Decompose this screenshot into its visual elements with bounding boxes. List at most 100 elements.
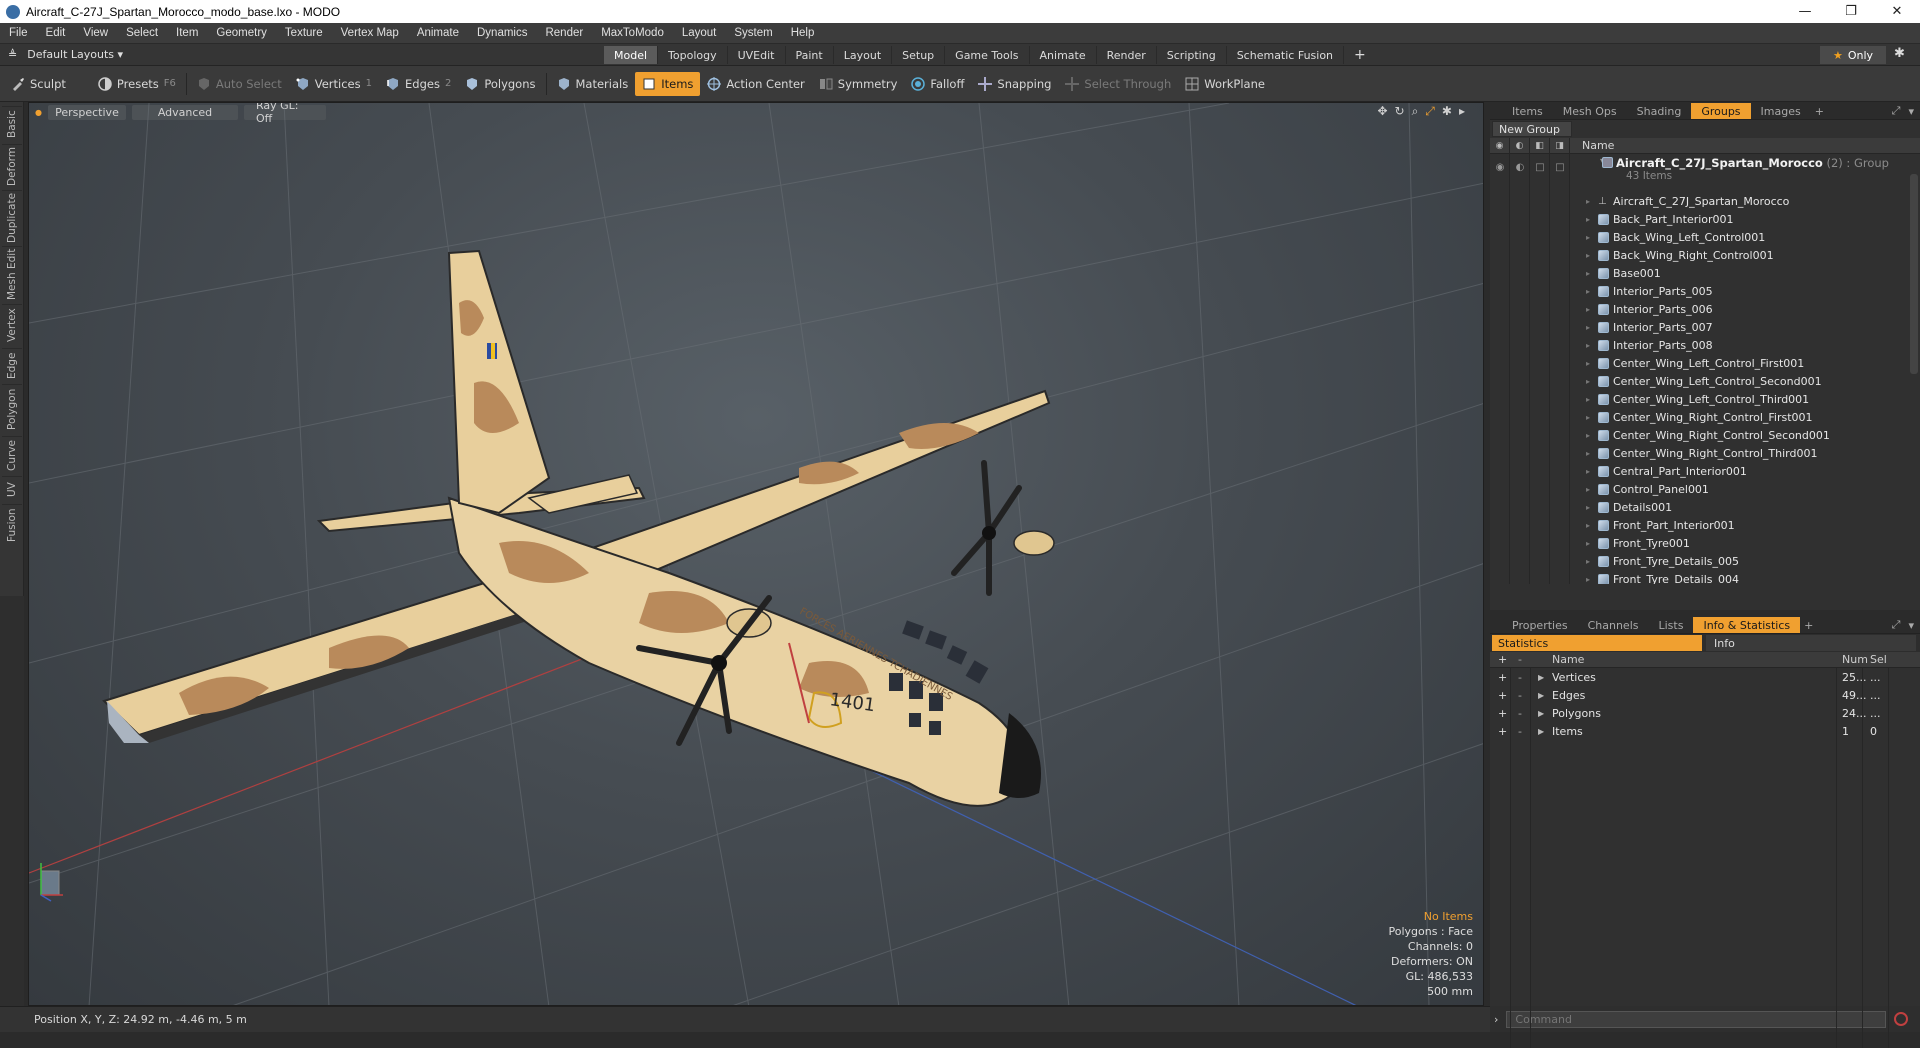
only-toggle[interactable]: ★ Only: [1820, 46, 1886, 64]
menu-help[interactable]: Help: [782, 27, 824, 39]
tree-item[interactable]: ▸ Back_Wing_Left_Control001: [1586, 228, 1765, 246]
polygons-button[interactable]: Polygons: [458, 72, 542, 96]
menu-geometry[interactable]: Geometry: [207, 27, 276, 39]
tab-paint[interactable]: Paint: [786, 46, 834, 64]
expand-arrow-icon[interactable]: ▸: [1586, 287, 1598, 296]
tree-item[interactable]: ▸ Interior_Parts_008: [1586, 336, 1713, 354]
tree-item[interactable]: ▸ Center_Wing_Right_Control_Second001: [1586, 426, 1830, 444]
expand-arrow-icon[interactable]: ▸: [1586, 413, 1598, 422]
minimize-button[interactable]: —: [1782, 0, 1828, 23]
tree-item[interactable]: ▸ Front_Tyre_Details_005: [1586, 552, 1739, 570]
tab-channels[interactable]: Channels: [1578, 617, 1649, 633]
tab-basic[interactable]: Basic: [2, 106, 22, 142]
expand-arrow-icon[interactable]: ▸: [1586, 539, 1598, 548]
expand-arrow-icon[interactable]: ▸: [1586, 503, 1598, 512]
tree-item[interactable]: ▸ Front_Part_Interior001: [1586, 516, 1735, 534]
tab-items[interactable]: Items: [1502, 103, 1553, 119]
select-icon[interactable]: ◨: [1550, 137, 1570, 154]
expand-props-icon[interactable]: ⤢: [1892, 618, 1901, 632]
tab-uv[interactable]: UV: [2, 476, 22, 502]
expand-arrow-icon[interactable]: ▸: [1586, 431, 1598, 440]
props-menu-icon[interactable]: ▾: [1908, 619, 1914, 632]
stats-row-vertices[interactable]: + - ▶ Vertices 25... ...: [1490, 668, 1920, 686]
tab-schematic-fusion[interactable]: Schematic Fusion: [1227, 46, 1345, 64]
tab-layout[interactable]: Layout: [834, 46, 893, 64]
tab-model[interactable]: Model: [604, 46, 659, 64]
symmetry-button[interactable]: Symmetry: [812, 72, 905, 96]
maximize-button[interactable]: ❐: [1828, 0, 1874, 23]
group-row[interactable]: ◉ ◐ □ □ ▾ Aircraft_C_27J_Spartan_Morocco…: [1490, 154, 1920, 186]
tab-vertex[interactable]: Vertex: [2, 304, 22, 346]
snapping-button[interactable]: Snapping: [971, 72, 1058, 96]
group-lock-icon[interactable]: □: [1530, 162, 1550, 173]
items-button[interactable]: Items: [635, 71, 701, 96]
add-tab-button[interactable]: +: [1344, 46, 1376, 64]
tree-item[interactable]: ▸ Center_Wing_Right_Control_First001: [1586, 408, 1813, 426]
menu-system[interactable]: System: [725, 27, 781, 39]
tree-item[interactable]: ▸ Center_Wing_Left_Control_Second001: [1586, 372, 1822, 390]
tree-scrollbar[interactable]: [1910, 174, 1918, 374]
expand-arrow-icon[interactable]: ▸: [1586, 215, 1598, 224]
tree-item[interactable]: ▸ ⊥ Aircraft_C_27J_Spartan_Morocco: [1586, 192, 1789, 210]
3d-viewport[interactable]: ● Perspective Advanced Ray GL: Off ✥ ↻ ⌕…: [28, 102, 1484, 1006]
add-panel-tab-icon[interactable]: +: [1811, 103, 1828, 119]
expand-arrow-icon[interactable]: ▸: [1586, 341, 1598, 350]
menu-file[interactable]: File: [0, 27, 37, 39]
tree-item[interactable]: ▸ Central_Part_Interior001: [1586, 462, 1747, 480]
menu-select[interactable]: Select: [117, 27, 167, 39]
workplane-button[interactable]: WorkPlane: [1178, 72, 1272, 96]
close-button[interactable]: ✕: [1874, 0, 1920, 23]
tree-item[interactable]: ▸ Details001: [1586, 498, 1672, 516]
expand-all-icon[interactable]: +: [1498, 653, 1507, 666]
expand-arrow-icon[interactable]: ▸: [1586, 251, 1598, 260]
expand-arrow-icon[interactable]: ▸: [1586, 485, 1598, 494]
tree-item[interactable]: ▸ Interior_Parts_006: [1586, 300, 1713, 318]
expand-arrow-icon[interactable]: ▸: [1586, 305, 1598, 314]
action-center-button[interactable]: Action Center: [700, 72, 811, 96]
tree-item[interactable]: ▸ Center_Wing_Left_Control_First001: [1586, 354, 1804, 372]
group-select-icon[interactable]: □: [1550, 162, 1570, 173]
expand-panel-icon[interactable]: ⤢: [1892, 104, 1901, 118]
tab-mesh-ops[interactable]: Mesh Ops: [1553, 103, 1627, 119]
info-tab[interactable]: Info: [1706, 635, 1916, 651]
group-eye-icon[interactable]: ◉: [1490, 162, 1510, 173]
tree-item[interactable]: ▸ Back_Part_Interior001: [1586, 210, 1734, 228]
vertices-button[interactable]: Vertices 1: [289, 72, 379, 96]
tree-item[interactable]: ▸ Interior_Parts_005: [1586, 282, 1713, 300]
menu-view[interactable]: View: [74, 27, 117, 39]
add-props-tab-icon[interactable]: +: [1800, 617, 1817, 633]
render-icon[interactable]: ◐: [1510, 137, 1530, 154]
expand-arrow-icon[interactable]: ▸: [1586, 197, 1598, 206]
eye-icon[interactable]: ◉: [1490, 137, 1510, 154]
tab-game-tools[interactable]: Game Tools: [945, 46, 1030, 64]
tab-info-statistics[interactable]: Info & Statistics: [1693, 617, 1801, 633]
tab-properties[interactable]: Properties: [1502, 617, 1578, 633]
menu-layout[interactable]: Layout: [673, 27, 726, 39]
tab-polygon[interactable]: Polygon: [2, 384, 22, 434]
expand-arrow-icon[interactable]: ▸: [1586, 359, 1598, 368]
expand-arrow-icon[interactable]: ▸: [1586, 449, 1598, 458]
materials-button[interactable]: Materials: [550, 72, 636, 96]
tab-fusion[interactable]: Fusion: [2, 504, 22, 546]
collapse-all-icon[interactable]: -: [1518, 653, 1522, 666]
menu-item[interactable]: Item: [167, 27, 207, 39]
group-render-icon[interactable]: ◐: [1510, 162, 1530, 173]
menu-animate[interactable]: Animate: [408, 27, 468, 39]
tree-item[interactable]: ▸ Interior_Parts_007: [1586, 318, 1713, 336]
statistics-tab[interactable]: Statistics: [1492, 635, 1702, 651]
tab-render[interactable]: Render: [1097, 46, 1157, 64]
expand-arrow-icon[interactable]: ▸: [1586, 521, 1598, 530]
menu-texture[interactable]: Texture: [276, 27, 332, 39]
expand-arrow-icon[interactable]: ▸: [1586, 395, 1598, 404]
expand-arrow-icon[interactable]: ▸: [1586, 233, 1598, 242]
expand-arrow-icon[interactable]: ▸: [1586, 557, 1598, 566]
tab-uvedit[interactable]: UVEdit: [728, 46, 786, 64]
tab-scripting[interactable]: Scripting: [1157, 46, 1227, 64]
presets-button[interactable]: Presets F6: [91, 72, 183, 96]
tab-setup[interactable]: Setup: [892, 46, 946, 64]
tree-item[interactable]: ▸ Back_Wing_Right_Control001: [1586, 246, 1774, 264]
expand-arrow-icon[interactable]: ▸: [1586, 323, 1598, 332]
new-group-button[interactable]: New Group: [1492, 121, 1572, 137]
auto-select-button[interactable]: Auto Select: [190, 72, 289, 96]
tab-lists[interactable]: Lists: [1649, 617, 1694, 633]
